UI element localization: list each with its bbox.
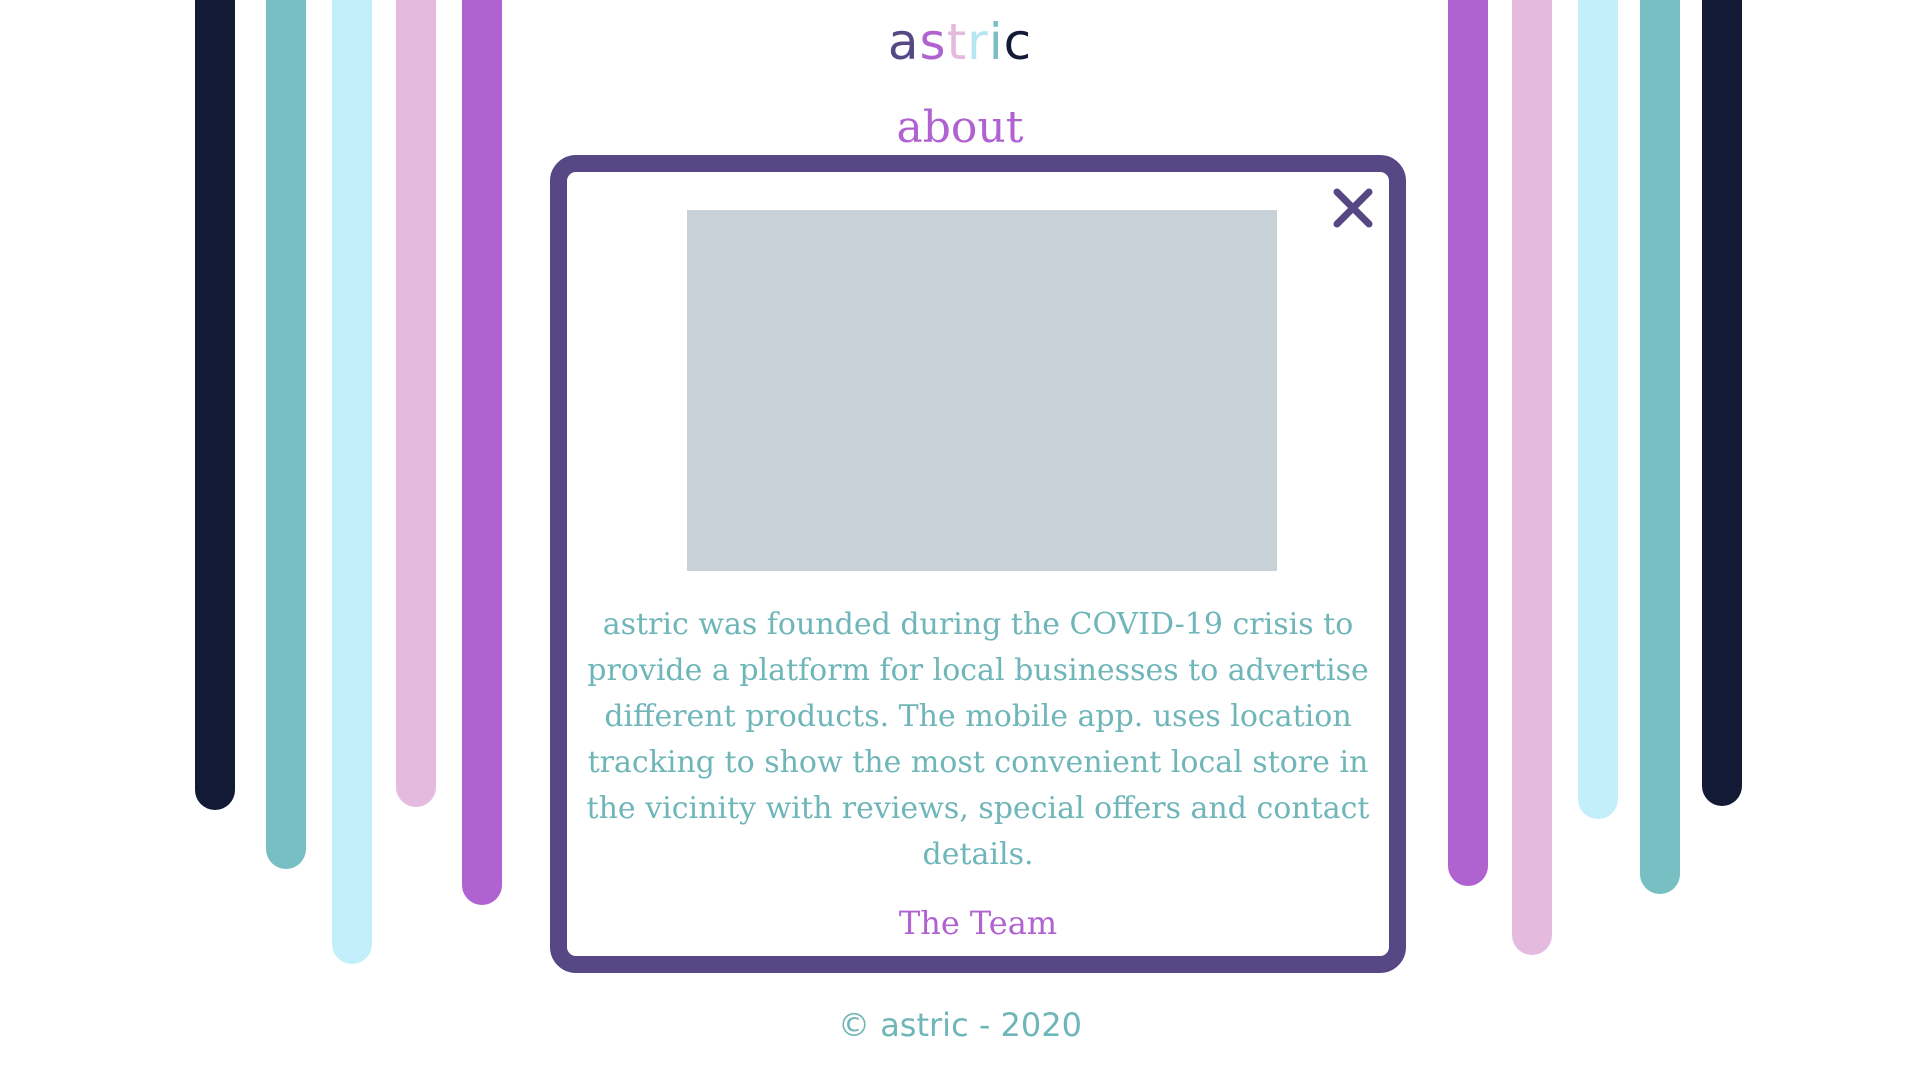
logo-letter-s: s: [919, 13, 947, 71]
about-page: astric about astric was founded during t…: [0, 0, 1920, 1080]
logo-letter-a: a: [887, 13, 920, 71]
close-icon: [1333, 188, 1373, 228]
logo-letter-c: c: [1003, 13, 1033, 71]
image-placeholder: [687, 210, 1277, 571]
page-title: about: [896, 102, 1024, 153]
about-dialog: astric was founded during the COVID-19 c…: [550, 155, 1406, 973]
about-description: astric was founded during the COVID-19 c…: [586, 607, 1370, 872]
logo-letter-r: r: [967, 13, 989, 71]
signature: The Team: [898, 904, 1058, 942]
astric-logo[interactable]: astric: [0, 12, 1920, 72]
close-button[interactable]: [1327, 182, 1379, 234]
copyright-footer: © astric - 2020: [838, 1006, 1082, 1044]
logo-letter-i: i: [988, 13, 1004, 71]
logo-letter-t: t: [946, 13, 968, 71]
